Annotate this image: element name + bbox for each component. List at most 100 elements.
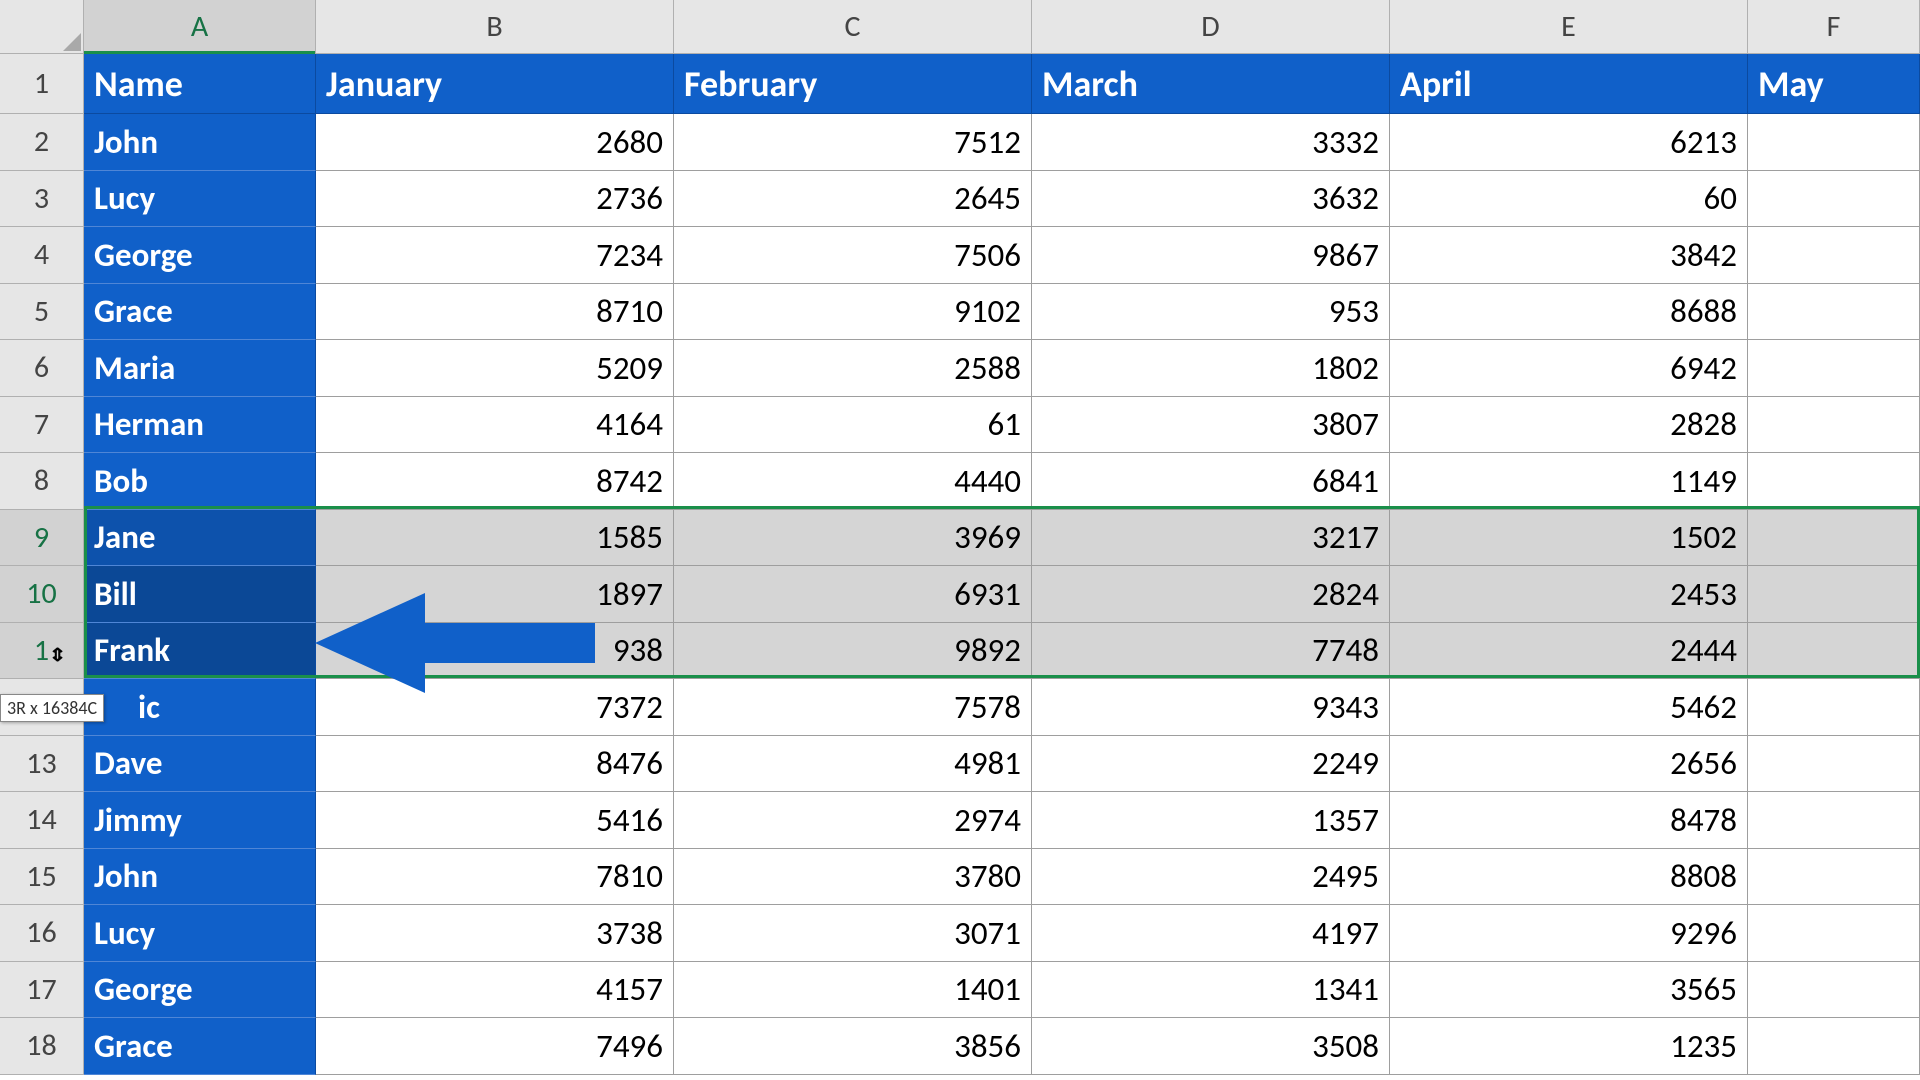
header-cell-D[interactable]: March xyxy=(1032,54,1390,114)
cell-E17[interactable]: 3565 xyxy=(1390,962,1748,1019)
column-header-F[interactable]: F xyxy=(1748,0,1920,54)
column-header-E[interactable]: E xyxy=(1390,0,1748,54)
cell-A10[interactable]: Bill xyxy=(84,566,316,623)
cell-F5[interactable] xyxy=(1748,284,1920,341)
row-header-9[interactable]: 9 xyxy=(0,510,84,567)
cell-C16[interactable]: 3071 xyxy=(674,905,1032,962)
cell-D9[interactable]: 3217 xyxy=(1032,510,1390,567)
cell-C18[interactable]: 3856 xyxy=(674,1018,1032,1075)
cell-B17[interactable]: 4157 xyxy=(316,962,674,1019)
cell-F7[interactable] xyxy=(1748,397,1920,454)
cell-C8[interactable]: 4440 xyxy=(674,453,1032,510)
cell-E12[interactable]: 5462 xyxy=(1390,679,1748,736)
select-all-corner[interactable] xyxy=(0,0,84,54)
cell-B5[interactable]: 8710 xyxy=(316,284,674,341)
cell-D3[interactable]: 3632 xyxy=(1032,171,1390,228)
row-header-13[interactable]: 13 xyxy=(0,736,84,793)
column-header-A[interactable]: A xyxy=(84,0,316,54)
cell-E6[interactable]: 6942 xyxy=(1390,340,1748,397)
cell-C6[interactable]: 2588 xyxy=(674,340,1032,397)
cell-A18[interactable]: Grace xyxy=(84,1018,316,1075)
cell-F2[interactable] xyxy=(1748,114,1920,171)
cell-B4[interactable]: 7234 xyxy=(316,227,674,284)
row-header-10[interactable]: 10 xyxy=(0,566,84,623)
cell-E7[interactable]: 2828 xyxy=(1390,397,1748,454)
cell-D13[interactable]: 2249 xyxy=(1032,736,1390,793)
cell-F15[interactable] xyxy=(1748,849,1920,906)
cell-E16[interactable]: 9296 xyxy=(1390,905,1748,962)
cell-D14[interactable]: 1357 xyxy=(1032,792,1390,849)
cell-C14[interactable]: 2974 xyxy=(674,792,1032,849)
row-header-4[interactable]: 4 xyxy=(0,227,84,284)
cell-C2[interactable]: 7512 xyxy=(674,114,1032,171)
cell-A2[interactable]: John xyxy=(84,114,316,171)
row-header-7[interactable]: 7 xyxy=(0,397,84,454)
cell-F17[interactable] xyxy=(1748,962,1920,1019)
row-header-11[interactable]: 1 xyxy=(0,623,84,680)
cell-B8[interactable]: 8742 xyxy=(316,453,674,510)
cell-E4[interactable]: 3842 xyxy=(1390,227,1748,284)
row-header-16[interactable]: 16 xyxy=(0,905,84,962)
header-cell-E[interactable]: April xyxy=(1390,54,1748,114)
cell-E18[interactable]: 1235 xyxy=(1390,1018,1748,1075)
cell-B14[interactable]: 5416 xyxy=(316,792,674,849)
cell-A9[interactable]: Jane xyxy=(84,510,316,567)
cell-F8[interactable] xyxy=(1748,453,1920,510)
cell-E15[interactable]: 8808 xyxy=(1390,849,1748,906)
row-header-8[interactable]: 8 xyxy=(0,453,84,510)
cell-F14[interactable] xyxy=(1748,792,1920,849)
cell-D6[interactable]: 1802 xyxy=(1032,340,1390,397)
cell-B7[interactable]: 4164 xyxy=(316,397,674,454)
cell-B12[interactable]: 7372 xyxy=(316,679,674,736)
cell-C9[interactable]: 3969 xyxy=(674,510,1032,567)
cell-B15[interactable]: 7810 xyxy=(316,849,674,906)
cell-E13[interactable]: 2656 xyxy=(1390,736,1748,793)
cell-E3[interactable]: 60 xyxy=(1390,171,1748,228)
cell-B2[interactable]: 2680 xyxy=(316,114,674,171)
cell-B11[interactable]: 938 xyxy=(316,623,674,680)
cell-A8[interactable]: Bob xyxy=(84,453,316,510)
cell-A17[interactable]: George xyxy=(84,962,316,1019)
cell-C15[interactable]: 3780 xyxy=(674,849,1032,906)
cell-F16[interactable] xyxy=(1748,905,1920,962)
cell-A16[interactable]: Lucy xyxy=(84,905,316,962)
cell-D4[interactable]: 9867 xyxy=(1032,227,1390,284)
header-cell-B[interactable]: January xyxy=(316,54,674,114)
cell-C7[interactable]: 61 xyxy=(674,397,1032,454)
cell-A11[interactable]: Frank xyxy=(84,623,316,680)
cell-E10[interactable]: 2453 xyxy=(1390,566,1748,623)
cell-B6[interactable]: 5209 xyxy=(316,340,674,397)
row-header-6[interactable]: 6 xyxy=(0,340,84,397)
cell-C4[interactable]: 7506 xyxy=(674,227,1032,284)
row-header-14[interactable]: 14 xyxy=(0,792,84,849)
cell-B9[interactable]: 1585 xyxy=(316,510,674,567)
cell-F3[interactable] xyxy=(1748,171,1920,228)
cell-F9[interactable] xyxy=(1748,510,1920,567)
cell-A5[interactable]: Grace xyxy=(84,284,316,341)
header-cell-A[interactable]: Name xyxy=(84,54,316,114)
header-cell-F[interactable]: May xyxy=(1748,54,1920,114)
cell-A6[interactable]: Maria xyxy=(84,340,316,397)
column-header-C[interactable]: C xyxy=(674,0,1032,54)
cell-D12[interactable]: 9343 xyxy=(1032,679,1390,736)
row-header-15[interactable]: 15 xyxy=(0,849,84,906)
cell-F12[interactable] xyxy=(1748,679,1920,736)
cell-D11[interactable]: 7748 xyxy=(1032,623,1390,680)
cell-D5[interactable]: 953 xyxy=(1032,284,1390,341)
cell-B18[interactable]: 7496 xyxy=(316,1018,674,1075)
row-header-5[interactable]: 5 xyxy=(0,284,84,341)
cell-F13[interactable] xyxy=(1748,736,1920,793)
cell-E14[interactable]: 8478 xyxy=(1390,792,1748,849)
cell-C3[interactable]: 2645 xyxy=(674,171,1032,228)
cell-E2[interactable]: 6213 xyxy=(1390,114,1748,171)
cell-D18[interactable]: 3508 xyxy=(1032,1018,1390,1075)
cell-B3[interactable]: 2736 xyxy=(316,171,674,228)
cell-B13[interactable]: 8476 xyxy=(316,736,674,793)
cell-C5[interactable]: 9102 xyxy=(674,284,1032,341)
cell-A4[interactable]: George xyxy=(84,227,316,284)
row-header-18[interactable]: 18 xyxy=(0,1018,84,1075)
cell-A3[interactable]: Lucy xyxy=(84,171,316,228)
cell-A15[interactable]: John xyxy=(84,849,316,906)
cell-A12[interactable]: ic xyxy=(84,679,316,736)
cell-C17[interactable]: 1401 xyxy=(674,962,1032,1019)
